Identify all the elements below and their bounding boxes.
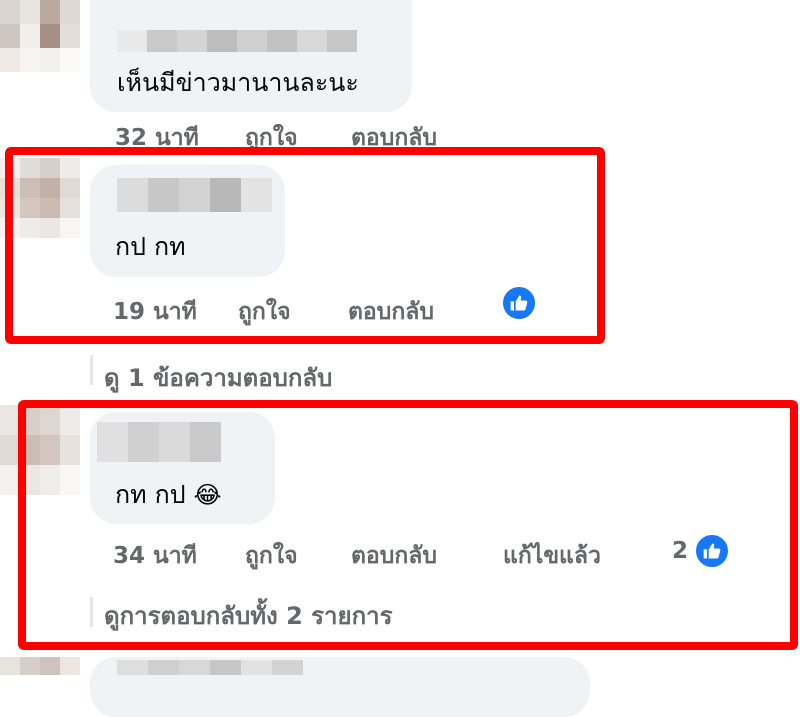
commenter-name[interactable] [117,30,357,52]
view-replies-link[interactable]: ดู 1 ข้อความตอบกลับ [104,358,332,397]
highlight-box [5,147,605,344]
commenter-name[interactable] [117,660,303,675]
highlight-box [18,400,798,650]
comment-text: เห็นมีข่าวมานานละนะ [117,68,359,97]
comment-actions: 32 นาที ถูกใจ ตอบกลับ [115,120,515,151]
thread-line [90,355,93,385]
avatar[interactable] [0,657,80,675]
avatar[interactable] [0,0,80,72]
